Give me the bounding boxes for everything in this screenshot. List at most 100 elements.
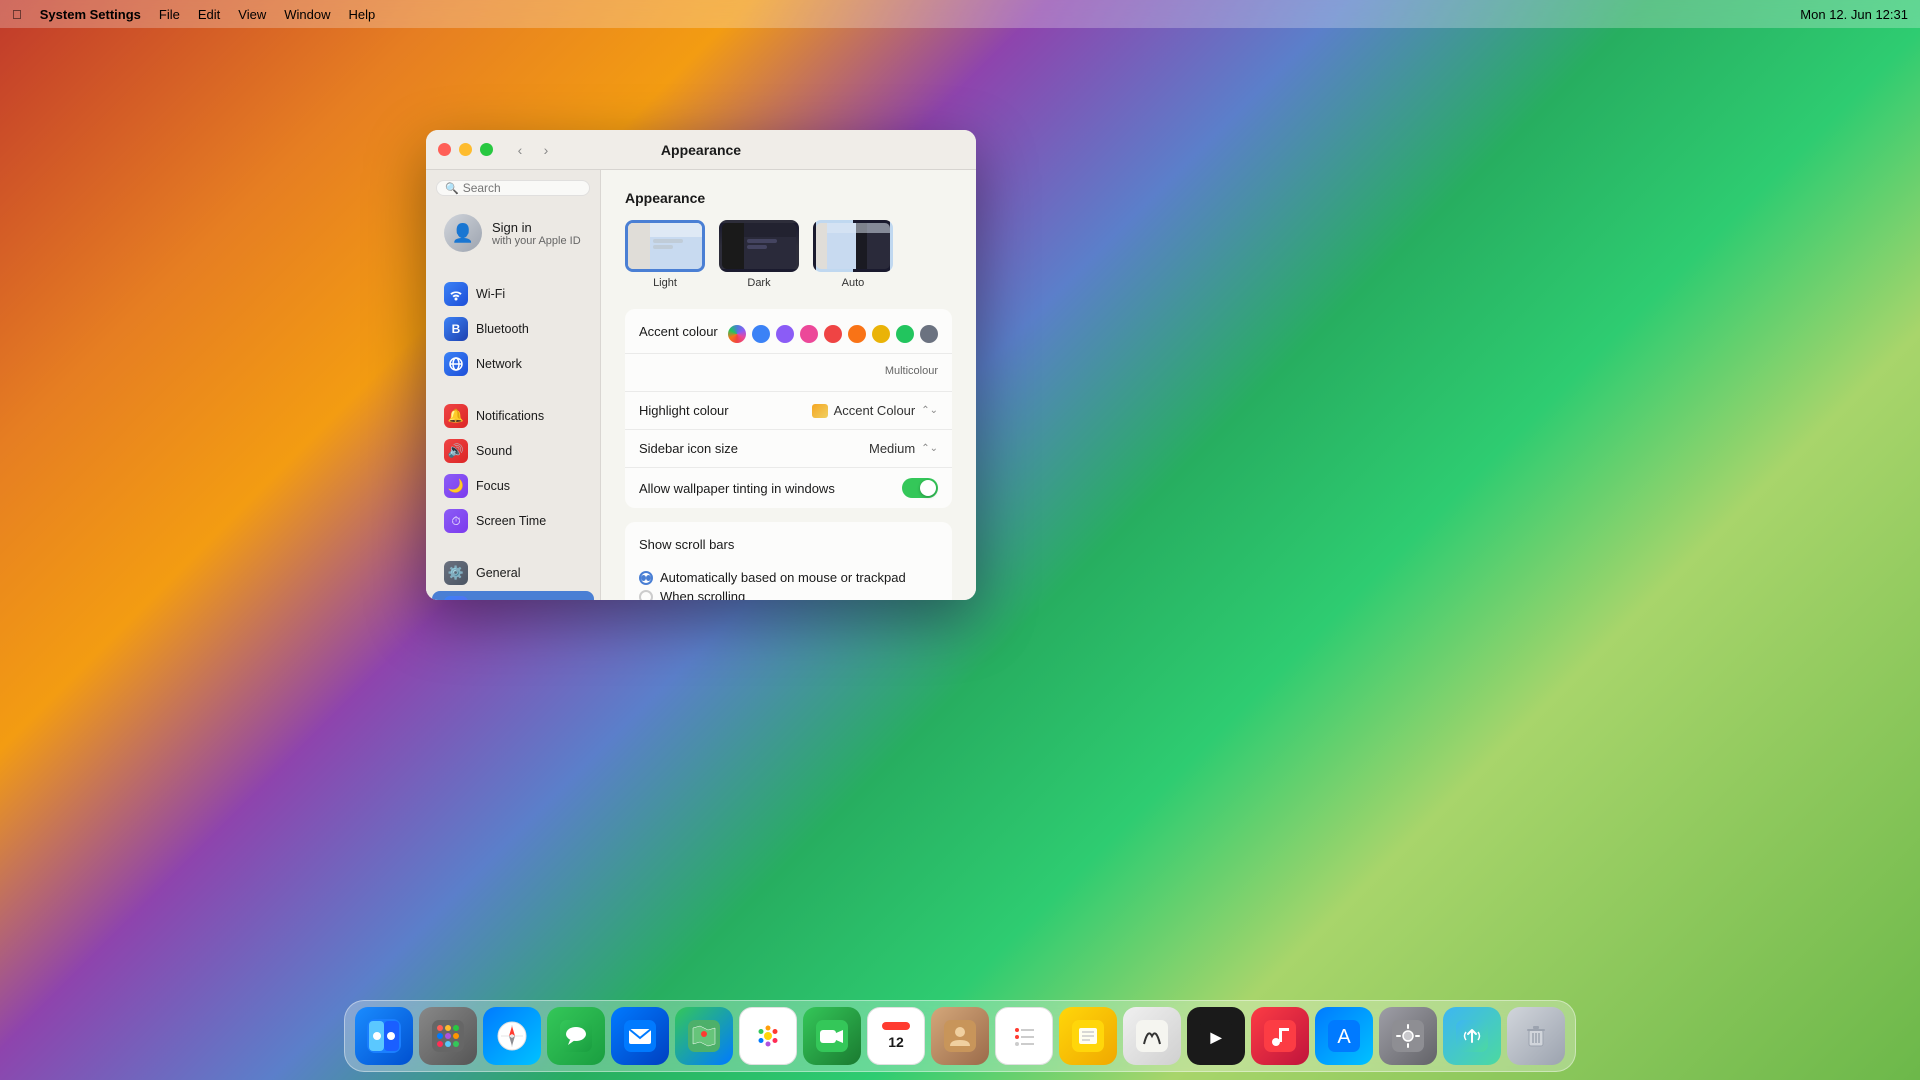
dock-item-photos[interactable] bbox=[739, 1007, 797, 1065]
sidebar-item-label-screentime: Screen Time bbox=[476, 514, 546, 528]
accent-dot-blue[interactable] bbox=[752, 325, 770, 343]
highlight-colour-label: Highlight colour bbox=[639, 403, 729, 418]
accent-colour-values bbox=[728, 319, 938, 343]
multicolor-label-row: Multicolour bbox=[625, 354, 952, 392]
settings-card-scrollbars: Show scroll bars Automatically based on … bbox=[625, 522, 952, 600]
close-button[interactable] bbox=[438, 143, 451, 156]
accent-colour-row: Accent colour bbox=[625, 309, 952, 354]
titlebar: ‹ › Appearance bbox=[426, 130, 976, 170]
dock-item-notes[interactable] bbox=[1059, 1007, 1117, 1065]
sidebar-item-label-notifications: Notifications bbox=[476, 409, 544, 423]
highlight-colour-value[interactable]: Accent Colour ⌃⌄ bbox=[812, 403, 938, 418]
accent-colour-label: Accent colour bbox=[639, 324, 718, 339]
appearance-label-auto: Auto bbox=[842, 277, 865, 289]
appearance-label-light: Light bbox=[653, 277, 677, 289]
sidebar-item-screentime[interactable]: ⏱ Screen Time bbox=[432, 504, 594, 538]
view-menu[interactable]: View bbox=[238, 7, 266, 22]
sidebar-item-network[interactable]: Network bbox=[432, 347, 594, 381]
help-menu[interactable]: Help bbox=[348, 7, 375, 22]
apple-id-text: Sign in with your Apple ID bbox=[492, 220, 581, 247]
menubar:  System Settings File Edit View Window … bbox=[0, 0, 1920, 28]
sidebar-item-sound[interactable]: 🔊 Sound bbox=[432, 434, 594, 468]
dock-item-safari[interactable] bbox=[483, 1007, 541, 1065]
wallpaper-tinting-row: Allow wallpaper tinting in windows bbox=[625, 468, 952, 508]
dock-item-music[interactable] bbox=[1251, 1007, 1309, 1065]
sidebar-item-focus[interactable]: 🌙 Focus bbox=[432, 469, 594, 503]
app-name-menu[interactable]: System Settings bbox=[40, 7, 141, 22]
dock-item-reminders[interactable] bbox=[995, 1007, 1053, 1065]
bluetooth-icon: B bbox=[444, 317, 468, 341]
svg-text:▶: ▶ bbox=[1210, 1029, 1223, 1045]
window-body: 🔍 👤 Sign in with your Apple ID bbox=[426, 170, 976, 600]
sidebar-item-wifi[interactable]: Wi-Fi bbox=[432, 277, 594, 311]
dock-item-airdrop[interactable] bbox=[1443, 1007, 1501, 1065]
sidebar-item-label-focus: Focus bbox=[476, 479, 510, 493]
appearance-option-dark[interactable]: Dark bbox=[719, 220, 799, 289]
accent-dot-graphite[interactable] bbox=[920, 325, 938, 343]
sidebar-item-bluetooth[interactable]: B Bluetooth bbox=[432, 312, 594, 346]
minimize-button[interactable] bbox=[459, 143, 472, 156]
sidebar-item-appearance[interactable]: 🎨 Appearance bbox=[432, 591, 594, 600]
accent-dot-orange[interactable] bbox=[848, 325, 866, 343]
appearance-option-light[interactable]: Light bbox=[625, 220, 705, 289]
show-scrollbars-label: Show scroll bars bbox=[639, 537, 734, 552]
sidebar-item-label-network: Network bbox=[476, 357, 522, 371]
dock-item-trash[interactable] bbox=[1507, 1007, 1565, 1065]
scroll-option-scrolling[interactable]: When scrolling bbox=[639, 589, 938, 600]
search-container[interactable]: 🔍 bbox=[436, 180, 590, 196]
file-menu[interactable]: File bbox=[159, 7, 180, 22]
sidebar-item-general[interactable]: ⚙️ General bbox=[432, 556, 594, 590]
screentime-icon: ⏱ bbox=[444, 509, 468, 533]
maximize-button[interactable] bbox=[480, 143, 493, 156]
dock-item-launchpad[interactable] bbox=[419, 1007, 477, 1065]
dock-item-facetime[interactable] bbox=[803, 1007, 861, 1065]
sidebar-item-label-general: General bbox=[476, 566, 520, 580]
menubar-time: Mon 12. Jun 12:31 bbox=[1800, 7, 1908, 22]
menubar-right: Mon 12. Jun 12:31 bbox=[1800, 7, 1908, 22]
accent-dot-purple[interactable] bbox=[776, 325, 794, 343]
accent-dot-yellow[interactable] bbox=[872, 325, 890, 343]
apple-menu[interactable]:  bbox=[12, 7, 22, 22]
window-menu[interactable]: Window bbox=[284, 7, 330, 22]
radio-auto bbox=[639, 571, 653, 585]
accent-dot-red[interactable] bbox=[824, 325, 842, 343]
dock-item-appletv[interactable]: ▶ bbox=[1187, 1007, 1245, 1065]
sidebar-icon-size-text: Medium bbox=[869, 441, 915, 456]
wallpaper-tinting-toggle[interactable] bbox=[902, 478, 938, 498]
show-scrollbars-row: Show scroll bars bbox=[625, 522, 952, 560]
dock-item-calendar[interactable]: 12 bbox=[867, 1007, 925, 1065]
right-panel: Appearance Light bbox=[601, 170, 976, 600]
svg-text:12: 12 bbox=[888, 1034, 904, 1050]
back-button[interactable]: ‹ bbox=[509, 139, 531, 161]
accent-dot-pink[interactable] bbox=[800, 325, 818, 343]
scroll-option-auto[interactable]: Automatically based on mouse or trackpad bbox=[639, 570, 938, 585]
dock-item-messages[interactable] bbox=[547, 1007, 605, 1065]
settings-window: ‹ › Appearance 🔍 👤 Sign in with yo bbox=[426, 130, 976, 600]
edit-menu[interactable]: Edit bbox=[198, 7, 220, 22]
dock-item-mail[interactable] bbox=[611, 1007, 669, 1065]
apple-id-item[interactable]: 👤 Sign in with your Apple ID bbox=[432, 206, 594, 260]
appearance-option-auto[interactable]: Auto bbox=[813, 220, 893, 289]
dock-item-contacts[interactable] bbox=[931, 1007, 989, 1065]
dock-item-sysprefs[interactable] bbox=[1379, 1007, 1437, 1065]
appearance-preview-dark bbox=[719, 220, 799, 272]
search-icon: 🔍 bbox=[445, 182, 459, 195]
multicolor-label: Multicolour bbox=[885, 365, 938, 377]
forward-button[interactable]: › bbox=[535, 139, 557, 161]
sidebar-section-general: ⚙️ General 🎨 Appearance ♿ Accessibility … bbox=[426, 551, 600, 600]
network-icon bbox=[444, 352, 468, 376]
sidebar-section-notifications: 🔔 Notifications 🔊 Sound 🌙 Focus ⏱ Screen… bbox=[426, 394, 600, 543]
dock-item-maps[interactable] bbox=[675, 1007, 733, 1065]
appearance-options: Light Dark bbox=[625, 220, 952, 289]
sidebar-item-notifications[interactable]: 🔔 Notifications bbox=[432, 399, 594, 433]
sound-icon: 🔊 bbox=[444, 439, 468, 463]
sidebar-icon-size-value[interactable]: Medium ⌃⌄ bbox=[869, 441, 938, 456]
search-input[interactable] bbox=[463, 181, 581, 195]
accent-dot-multicolor[interactable] bbox=[728, 325, 746, 343]
dock-item-appstore[interactable]: A bbox=[1315, 1007, 1373, 1065]
dock-item-finder[interactable] bbox=[355, 1007, 413, 1065]
radio-scrolling bbox=[639, 590, 653, 601]
section-title: Appearance bbox=[625, 190, 952, 206]
accent-dot-green[interactable] bbox=[896, 325, 914, 343]
dock-item-freeform[interactable] bbox=[1123, 1007, 1181, 1065]
